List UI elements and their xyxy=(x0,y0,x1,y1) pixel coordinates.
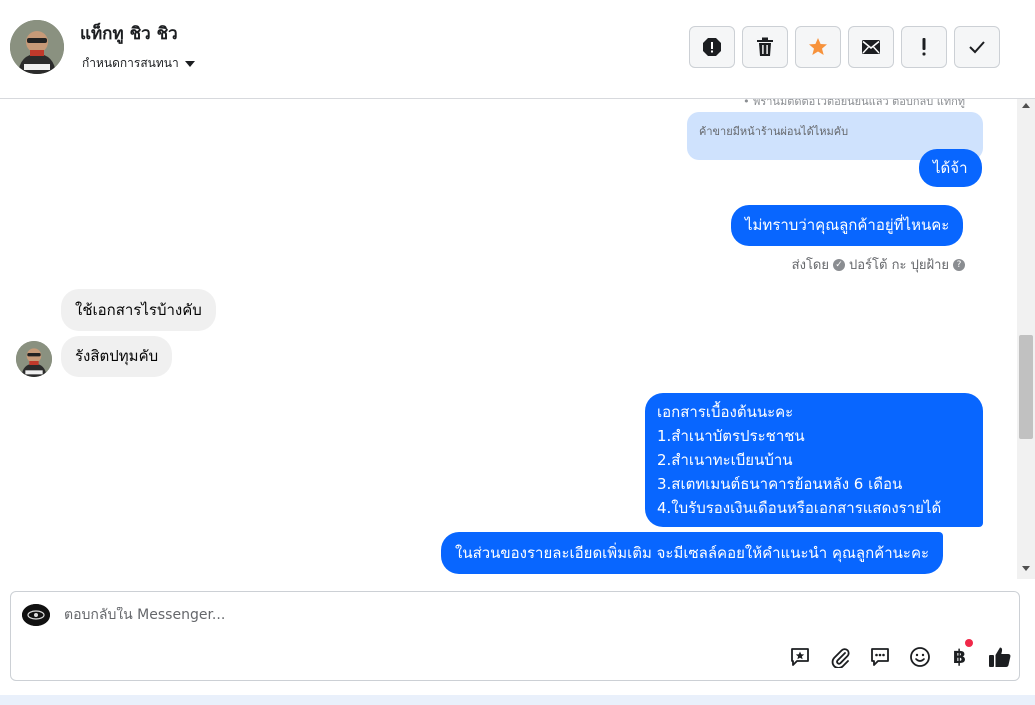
contact-avatar[interactable] xyxy=(10,20,64,74)
star-button[interactable] xyxy=(795,26,841,68)
assign-conversation-dropdown[interactable]: กำหนดการสนทนา xyxy=(82,54,195,73)
message-line: เอกสารเบื้องต้นนะคะ xyxy=(657,403,794,421)
like-button[interactable] xyxy=(987,644,1012,669)
scroll-down-arrow-icon[interactable] xyxy=(1022,566,1030,571)
star-icon xyxy=(809,38,827,55)
exclamation-icon xyxy=(922,38,926,56)
bottom-strip xyxy=(0,695,1035,705)
reply-composer: ฿ xyxy=(10,591,1020,681)
message-line: 3.สเตทเมนต์ธนาคารย้อนหลัง 6 เดือน xyxy=(657,475,903,493)
contact-avatar-small xyxy=(16,341,52,377)
emoji-icon xyxy=(909,646,930,667)
message-bubble[interactable]: ในส่วนของรายละเอียดเพิ่มเติม จะมีเซลล์คอ… xyxy=(441,532,944,574)
delete-button[interactable] xyxy=(742,26,788,68)
notification-dot xyxy=(965,639,973,647)
sent-by-info: ส่งโดย ✓ ปอร์โต้ กะ ปุยฝ้าย ? xyxy=(792,254,965,275)
emoji-button[interactable] xyxy=(907,644,932,669)
chat-icon xyxy=(870,647,889,666)
sent-by-prefix: ส่งโดย xyxy=(791,258,829,273)
trash-icon xyxy=(757,37,773,56)
message-line: 4.ใบรับรองเงินเดือนหรือเอกสารแสดงรายได้ xyxy=(657,499,942,517)
scroll-up-arrow-icon[interactable] xyxy=(1022,103,1030,108)
composer-tools: ฿ xyxy=(787,639,1012,669)
message-bubble-multiline[interactable]: เอกสารเบื้องต้นนะคะ 1.สำเนาบัตรประชาชน 2… xyxy=(645,393,983,527)
reply-input[interactable] xyxy=(64,607,764,623)
chat-button[interactable] xyxy=(867,644,892,669)
contact-name[interactable]: แท็กทู ชิว ชิว xyxy=(80,20,178,47)
message-bubble[interactable]: รังสิตปทุมคับ xyxy=(61,336,173,377)
message-bubble[interactable]: ได้จ้า xyxy=(919,149,982,187)
page-avatar xyxy=(22,604,50,626)
alert-icon xyxy=(703,38,721,56)
conversation-header: แท็กทู ชิว ชิว กำหนดการสนทนา xyxy=(0,0,1035,99)
caret-down-icon xyxy=(184,60,195,67)
check-icon xyxy=(969,41,985,54)
mail-icon xyxy=(862,40,880,54)
saved-reply-button[interactable] xyxy=(787,644,812,669)
payment-button[interactable]: ฿ xyxy=(947,639,973,669)
header-actions xyxy=(689,26,1000,68)
thread-scrollbar[interactable] xyxy=(1017,99,1035,579)
payment-icon: ฿ xyxy=(952,645,967,668)
message-bubble[interactable]: ใช้เอกสารไรบ้างคับ xyxy=(61,289,216,331)
scroll-thumb[interactable] xyxy=(1019,335,1033,439)
message-thread[interactable]: • พี่ร้านมีติดต่อไว้ต่อยืนยันแล้ว ตอบกลั… xyxy=(0,99,1017,579)
verified-icon: ✓ xyxy=(833,258,845,271)
assign-label: กำหนดการสนทนา xyxy=(82,56,179,70)
message-line: 2.สำเนาทะเบียนบ้าน xyxy=(657,451,793,469)
like-icon xyxy=(988,647,1010,667)
follow-up-button[interactable] xyxy=(901,26,947,68)
spam-button[interactable] xyxy=(689,26,735,68)
sent-by-name: ปอร์โต้ กะ ปุยฝ้าย xyxy=(849,258,949,273)
help-icon[interactable]: ? xyxy=(953,258,965,271)
saved-reply-icon xyxy=(790,647,809,666)
attach-button[interactable] xyxy=(827,644,852,669)
mark-done-button[interactable] xyxy=(954,26,1000,68)
message-line: 1.สำเนาบัตรประชาชน xyxy=(657,427,805,445)
mark-unread-button[interactable] xyxy=(848,26,894,68)
cut-off-text: • พี่ร้านมีติดต่อไว้ต่อยืนยันแล้ว ตอบกลั… xyxy=(743,99,965,108)
message-bubble[interactable]: ไม่ทราบว่าคุณลูกค้าอยู่ที่ไหนคะ xyxy=(731,205,964,246)
attachment-icon xyxy=(831,647,850,668)
